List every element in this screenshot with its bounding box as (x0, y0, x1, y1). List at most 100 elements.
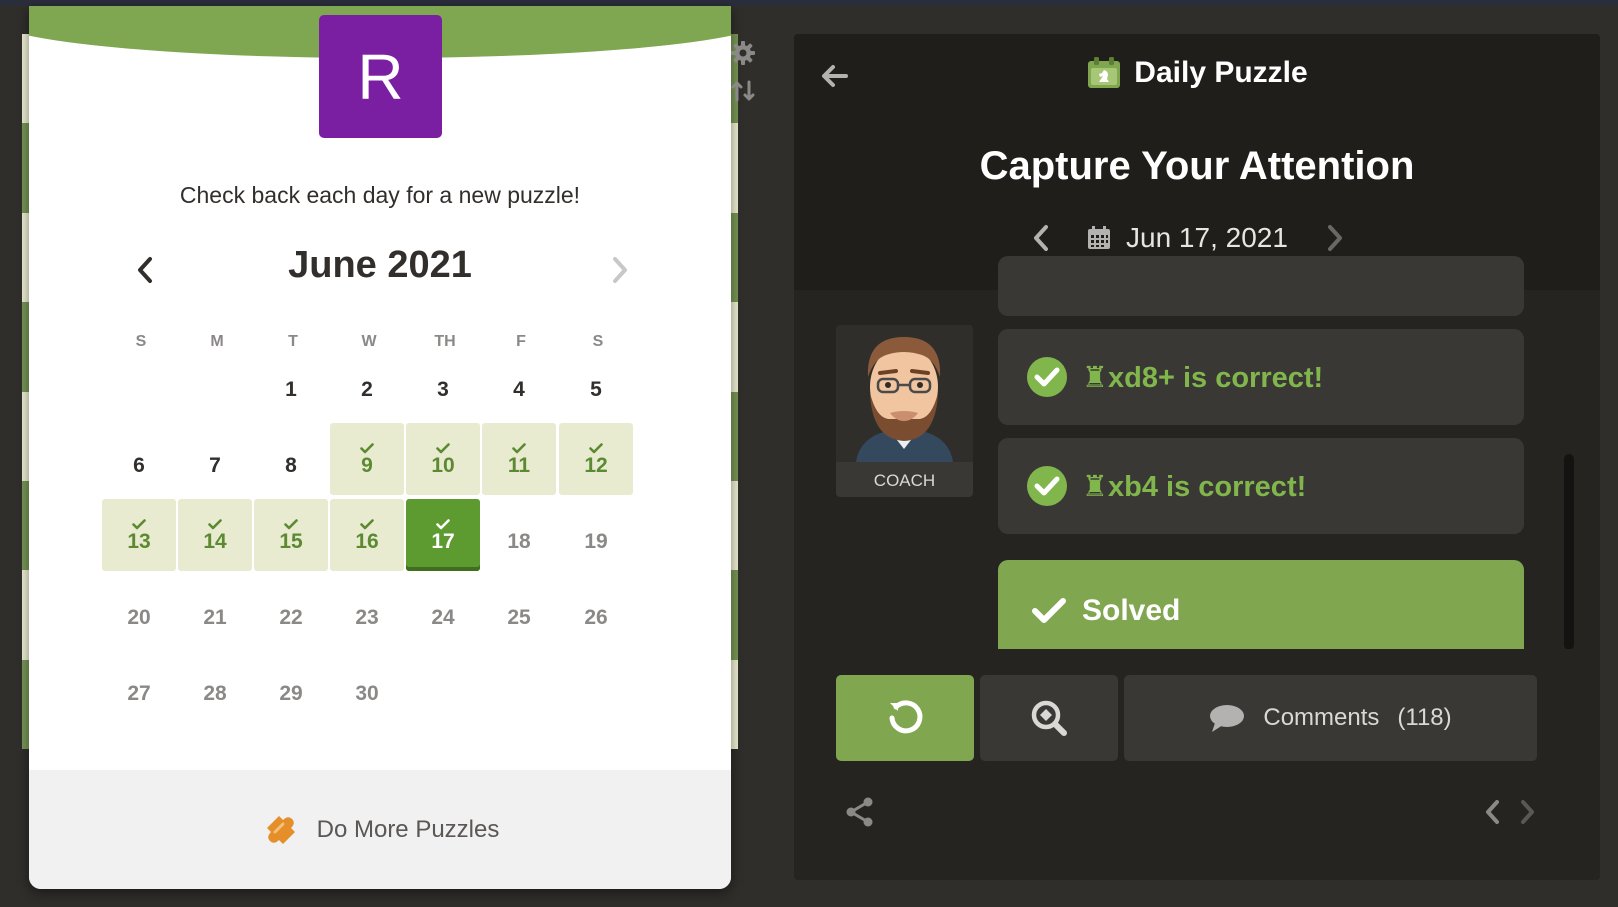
calendar-day-number: 9 (361, 454, 373, 477)
calendar-day: 18 (482, 499, 556, 571)
coach-avatar (856, 337, 953, 462)
puzzle-title: Capture Your Attention (979, 144, 1415, 188)
calendar-day: 21 (178, 575, 252, 647)
check-icon (436, 519, 450, 530)
check-icon (208, 519, 222, 530)
share-icon (846, 797, 873, 827)
calendar-day[interactable]: 1 (254, 347, 328, 419)
puzzle-piece-icon (266, 815, 295, 844)
daily-puzzle-panel: Daily Puzzle Capture Your Attention Jun … (794, 34, 1600, 880)
calendar-day: 22 (254, 575, 328, 647)
calendar-day-number: 3 (437, 378, 449, 401)
move-feedback-text: ♜xb4 is correct! (1082, 470, 1307, 503)
calendar-day[interactable]: 17 (406, 499, 480, 571)
calendar-day: 25 (482, 575, 556, 647)
calendar-day: 29 (254, 651, 328, 723)
calendar-day-number: 21 (203, 606, 227, 629)
prev-move-button[interactable] (1480, 796, 1504, 828)
comments-label: Comments (1263, 704, 1380, 731)
settings-button[interactable] (729, 39, 757, 67)
move-feedback-card: ♜xb4 is correct! (998, 438, 1524, 534)
calendar-day[interactable]: 9 (330, 423, 404, 495)
calendar-day[interactable]: 4 (482, 347, 556, 419)
chevron-left-icon (1034, 225, 1048, 251)
speech-bubble-icon (1210, 705, 1245, 732)
calendar-day[interactable]: 16 (330, 499, 404, 571)
calendar-day[interactable]: 6 (102, 423, 176, 495)
daily-puzzle-icon (1088, 57, 1121, 88)
panel-title-text: Daily Puzzle (1134, 56, 1308, 89)
check-icon (360, 519, 374, 530)
move-feedback-text: ♜xd8+ is correct! (1082, 361, 1324, 394)
calendar-day-number: 28 (203, 682, 227, 705)
calendar-day-number: 20 (127, 606, 151, 629)
calendar-day[interactable]: 10 (406, 423, 480, 495)
calendar-day-number: 5 (590, 378, 602, 401)
check-icon (284, 519, 298, 530)
prev-date-button[interactable] (1026, 222, 1056, 254)
calendar-day-number: 18 (507, 530, 531, 553)
calendar-day-number: 15 (279, 530, 303, 553)
check-circle-icon (1027, 357, 1067, 397)
calendar-day-number: 30 (355, 682, 379, 705)
check-icon (589, 443, 603, 454)
move-feedback-card-partial (998, 256, 1524, 316)
calendar-day: 24 (406, 575, 480, 647)
calendar-day[interactable]: 2 (330, 347, 404, 419)
calendar-day-number: 22 (279, 606, 303, 629)
calendar-day-number: 29 (279, 682, 303, 705)
calendar-day[interactable]: 13 (102, 499, 176, 571)
move-feedback-card: ♜xd8+ is correct! (998, 329, 1524, 425)
comments-button[interactable]: Comments (118) (1124, 675, 1537, 761)
feedback-scrollbar[interactable] (1564, 454, 1574, 650)
calendar-day-number: 17 (431, 530, 455, 553)
calendar-day: 30 (330, 651, 404, 723)
date-navigator: Jun 17, 2021 (794, 218, 1600, 258)
check-icon (436, 443, 450, 454)
do-more-puzzles-button[interactable]: Do More Puzzles (29, 770, 731, 889)
calendar-day[interactable]: 14 (178, 499, 252, 571)
retry-button[interactable] (836, 675, 974, 761)
next-move-button[interactable] (1516, 796, 1540, 828)
date-picker-button[interactable]: Jun 17, 2021 (1086, 218, 1288, 258)
user-avatar: R (319, 15, 442, 138)
next-date-button[interactable] (1320, 222, 1350, 254)
flip-board-button[interactable] (729, 77, 757, 105)
solved-label: Solved (1082, 594, 1181, 627)
calendar-day-number: 13 (127, 530, 151, 553)
calendar-day-number: 26 (584, 606, 608, 629)
calendar-day[interactable]: 8 (254, 423, 328, 495)
calendar-day: 28 (178, 651, 252, 723)
calendar-day[interactable]: 11 (482, 423, 556, 495)
calendar-day[interactable]: 12 (559, 423, 633, 495)
calendar-day: 26 (559, 575, 633, 647)
calendar-day-number: 23 (355, 606, 379, 629)
check-icon (132, 519, 146, 530)
check-circle-icon (1027, 466, 1067, 506)
chevron-right-icon (613, 257, 627, 283)
next-month-button[interactable] (605, 252, 635, 288)
chevron-right-icon (1521, 800, 1534, 824)
coach-label: COACH (873, 471, 936, 490)
calendar-day: 27 (102, 651, 176, 723)
calendar-day-number: 25 (507, 606, 531, 629)
coach-card: COACH (836, 325, 973, 497)
calendar-day-number: 24 (431, 606, 455, 629)
check-icon (360, 443, 374, 454)
share-button[interactable] (842, 794, 878, 830)
retry-icon (889, 700, 923, 734)
calendar-day[interactable]: 15 (254, 499, 328, 571)
chevron-right-icon (1328, 225, 1342, 251)
calendar-day-number: 14 (203, 530, 227, 553)
calendar-day-number: 8 (285, 454, 297, 477)
calendar-day[interactable]: 5 (559, 347, 633, 419)
analyze-button[interactable] (980, 675, 1118, 761)
check-icon (1032, 598, 1066, 623)
gear-icon (731, 41, 755, 65)
calendar-day[interactable]: 3 (406, 347, 480, 419)
calendar-day[interactable]: 7 (178, 423, 252, 495)
weekday-header: S (135, 333, 147, 350)
comments-count: (118) (1397, 704, 1452, 731)
calendar-day-number: 7 (209, 454, 221, 477)
chevron-left-icon (1486, 800, 1499, 824)
